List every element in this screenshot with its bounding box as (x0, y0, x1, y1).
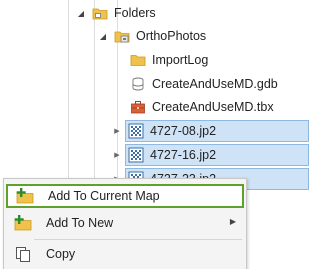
expand-caret-icon[interactable]: ◢ (98, 32, 108, 41)
geodatabase-icon (130, 76, 146, 92)
raster-icon (128, 123, 144, 139)
menu-separator (34, 239, 242, 240)
toolbox-icon (130, 99, 146, 115)
copy-menu-item[interactable]: Copy (6, 242, 244, 266)
raster-icon (128, 147, 144, 163)
submenu-arrow-icon: ▶ (229, 217, 236, 226)
tree-label: Folders (114, 6, 156, 20)
expand-caret-icon[interactable]: ◢ (76, 9, 86, 18)
tree-node-orthophotos[interactable]: ◢ OrthoPhotos (98, 25, 206, 47)
add-to-new-menu-item[interactable]: Add To New ▶ (6, 211, 244, 235)
tree-label: CreateAndUseMD.tbx (152, 100, 274, 114)
copy-icon (14, 245, 32, 263)
tree-node-gdb[interactable]: CreateAndUseMD.gdb (114, 73, 278, 95)
collapse-caret-icon[interactable]: ▶ (112, 151, 122, 159)
add-to-current-map-menu-item[interactable]: Add To Current Map (6, 184, 244, 208)
tree-node-tbx[interactable]: CreateAndUseMD.tbx (114, 96, 274, 118)
tree-label: OrthoPhotos (136, 29, 207, 43)
collapse-caret-icon[interactable]: ▶ (112, 127, 122, 135)
add-data-icon (14, 214, 32, 232)
tree-node-importlog[interactable]: ImportLog (114, 49, 208, 71)
folder-icon (130, 52, 146, 68)
tree-node-raster[interactable]: ▶ 4727-08.jp2 (112, 120, 216, 142)
tree-label: 4727-08.jp2 (150, 124, 217, 138)
tree-node-raster[interactable]: ▶ 4727-16.jp2 (112, 144, 216, 166)
add-data-icon (16, 187, 34, 205)
folders-icon (92, 5, 108, 21)
tree-label: CreateAndUseMD.gdb (152, 77, 278, 91)
tree-label: ImportLog (152, 53, 209, 67)
context-menu: Add To Current Map Add To New ▶ Copy (3, 178, 247, 269)
menu-item-label: Copy (46, 247, 76, 261)
menu-item-label: Add To Current Map (48, 189, 160, 203)
tree-label: 4727-16.jp2 (150, 148, 217, 162)
folder-connection-icon (114, 28, 130, 44)
tree-node-folders[interactable]: ◢ Folders (76, 2, 156, 24)
menu-item-label: Add To New (46, 216, 114, 230)
